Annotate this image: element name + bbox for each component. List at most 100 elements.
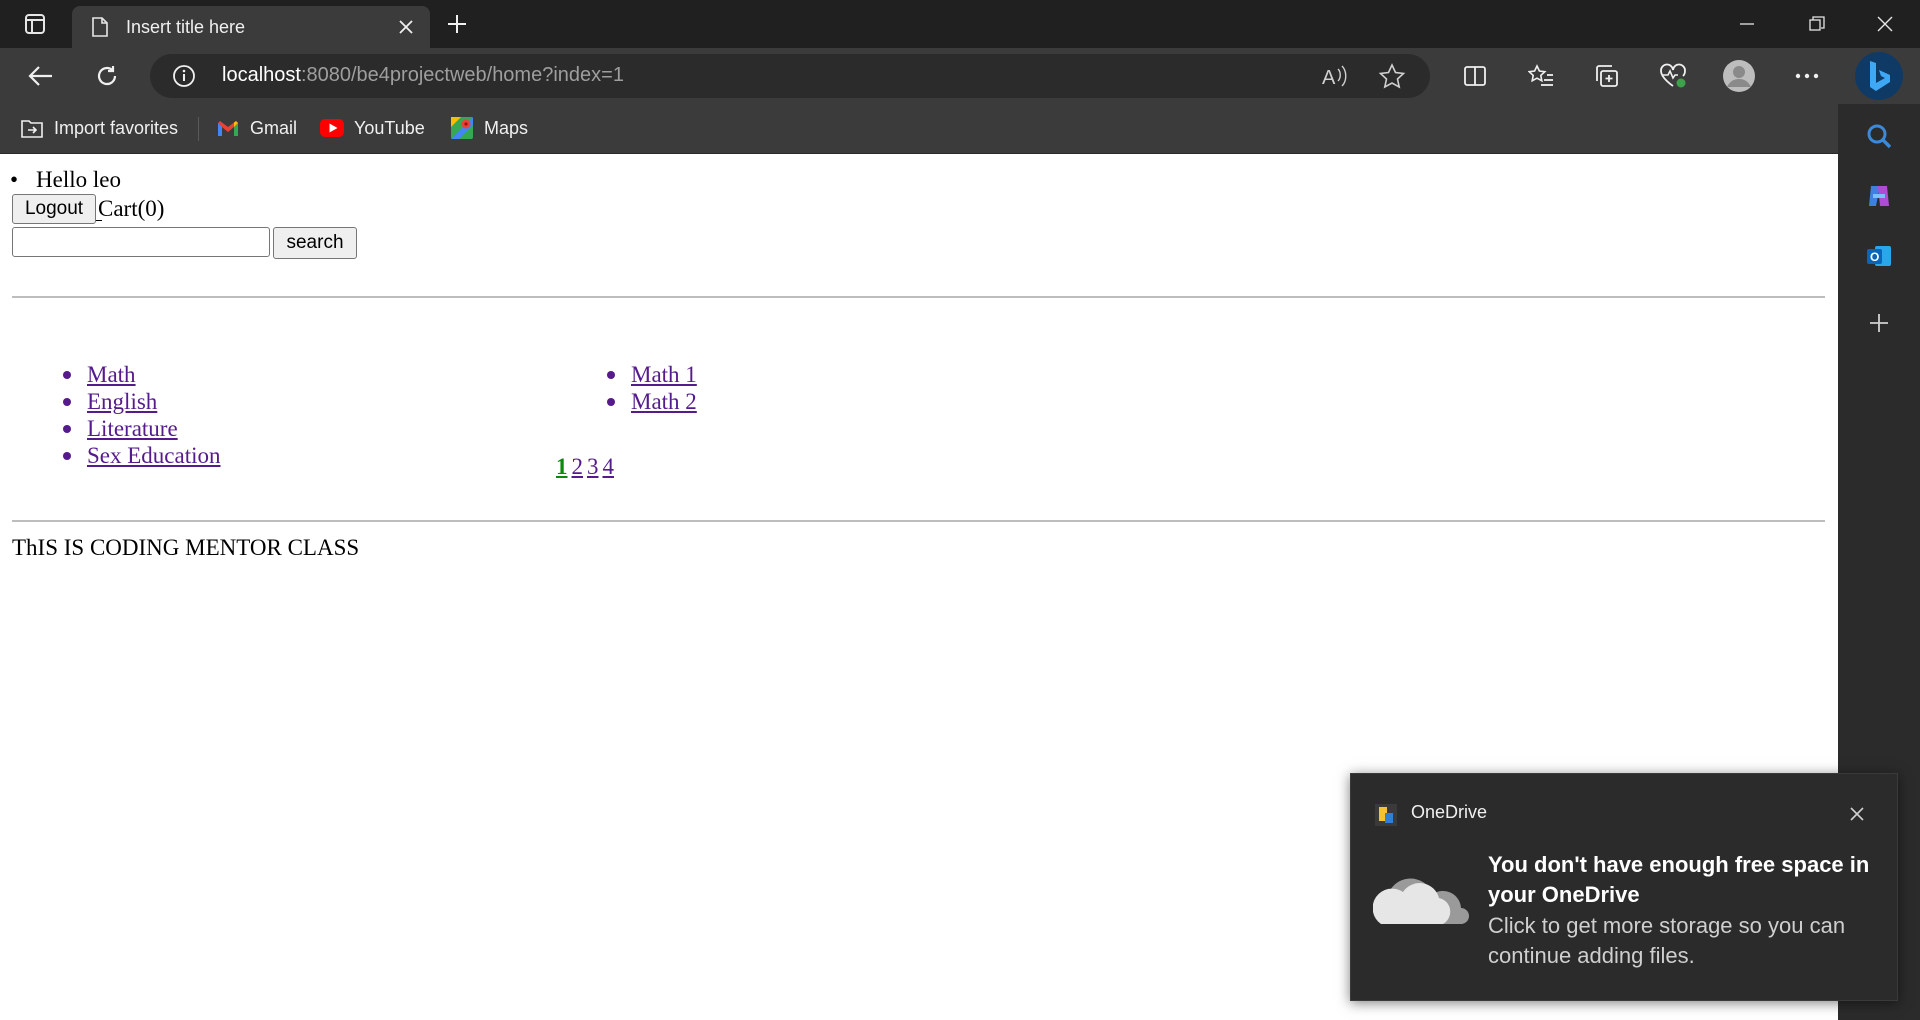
close-notification-icon[interactable] [1841,798,1873,830]
category-link-english[interactable]: English [87,389,157,414]
favorite-import-favorites[interactable]: Import favorites [20,114,178,142]
page-link-4[interactable]: 4 [603,454,615,479]
import-favorites-icon [20,116,44,140]
list-item: Math 2 [607,389,697,416]
gmail-icon [216,116,240,140]
cloud-icon [1373,878,1469,924]
outlook-icon: O [1867,246,1891,266]
page-link-1[interactable]: 1 [556,454,568,479]
search-icon [1867,124,1892,149]
list-item: Math [63,362,221,389]
logout-button[interactable]: Logout [12,194,96,224]
search-button[interactable]: search [273,227,357,259]
favorite-label: Gmail [250,117,298,138]
profile-avatar-icon [1723,60,1755,92]
tab-title: Insert title here [126,16,246,37]
page-link-2[interactable]: 2 [572,454,584,479]
favorite-label: Import favorites [54,117,179,138]
youtube-icon [320,116,344,140]
browser-essentials-heart-icon [1660,63,1686,88]
refresh-icon [97,66,117,86]
favorites-bar: Import favorites Gmail YouTube Maps [0,104,1838,154]
svg-text:A: A [1322,67,1336,89]
back-arrow-icon [28,66,52,86]
plus-icon [1870,314,1888,332]
bottom-divider [12,520,1825,522]
bing-icon [1870,61,1890,91]
bullet: • [10,167,19,192]
list-item: Sex Education [63,443,221,470]
notification-headline: You don't have enough free space in your… [1488,852,1870,907]
minimize-button[interactable] [1712,0,1782,48]
greeting: • Hello leo [10,167,121,193]
close-tab-icon[interactable] [392,13,420,41]
sidebar-outlook-button[interactable]: O [1856,233,1902,279]
url-path: :8080/be4projectweb/home?index=1 [300,64,624,86]
back-button[interactable] [20,56,62,96]
browser-tab[interactable]: Insert title here [72,6,430,48]
category-link-literature[interactable]: Literature [87,416,178,441]
product-link-math-1[interactable]: Math 1 [631,362,697,387]
sidebar-search-button[interactable] [1856,113,1902,159]
browser-toolbar: localhost:8080/be4projectweb/home?index=… [0,48,1920,104]
maps-icon [450,116,474,140]
collections-button[interactable] [1586,56,1628,96]
favorite-gmail[interactable]: Gmail [216,114,297,142]
new-tab-button[interactable] [440,10,474,38]
sidebar-add-button[interactable] [1856,300,1902,346]
tab-actions-button[interactable] [14,10,56,38]
profile-button[interactable] [1718,56,1760,96]
read-aloud-icon[interactable]: A [1320,63,1348,89]
refresh-button[interactable] [86,56,128,96]
url-text: localhost:8080/be4projectweb/home?index=… [222,64,624,87]
sidebar-copilot-button[interactable] [1856,173,1902,219]
close-icon [1877,16,1893,32]
plus-icon [448,15,466,33]
list-item: Math 1 [607,362,697,389]
restore-icon [1809,16,1825,31]
favorite-label: YouTube [354,117,425,138]
favorite-youtube[interactable]: YouTube [320,114,425,142]
split-screen-button[interactable] [1454,56,1496,96]
pagination: 1234 [556,454,618,480]
minimize-icon [1740,23,1754,25]
add-favorite-star-icon[interactable] [1378,63,1406,89]
search-input[interactable] [12,227,270,257]
favorite-maps[interactable]: Maps [450,114,528,142]
collections-icon [1596,65,1618,87]
more-dots-icon [1795,73,1819,79]
browser-title-bar: Insert title here [0,0,1920,48]
svg-text:O: O [1870,250,1879,264]
greeting-text: Hello leo [36,167,121,192]
settings-more-button[interactable] [1786,56,1828,96]
cart-link[interactable]: Cart(0) [98,196,164,222]
footer-text: ThIS IS CODING MENTOR CLASS [12,535,360,560]
product-list: Math 1 Math 2 [607,362,697,416]
site-info-icon[interactable] [172,64,196,88]
category-link-math[interactable]: Math [87,362,136,387]
product-link-math-2[interactable]: Math 2 [631,389,697,414]
favorites-list-icon [1528,64,1553,86]
copilot-icon [1869,186,1889,206]
favorites-separator [198,117,199,141]
list-item: Literature [63,416,221,443]
tab-actions-icon [25,14,45,34]
notification-app-name: OneDrive [1411,802,1488,822]
split-screen-icon [1464,66,1486,86]
list-item: English [63,389,221,416]
restore-button[interactable] [1782,0,1852,48]
onedrive-app-icon [1375,804,1397,826]
copilot-bing-button[interactable] [1855,52,1903,100]
onedrive-notification[interactable]: OneDrive You don't have enough free spac… [1350,773,1898,1001]
category-list: Math English Literature Sex Education [63,362,221,470]
close-window-button[interactable] [1850,0,1920,48]
notification-body: Click to get more storage so you can con… [1488,913,1846,968]
favorite-label: Maps [484,117,529,138]
url-host: localhost [222,64,301,86]
address-bar[interactable]: localhost:8080/be4projectweb/home?index=… [150,54,1430,98]
page-link-3[interactable]: 3 [587,454,599,479]
page-icon [90,17,110,37]
browser-essentials-button[interactable] [1652,56,1694,96]
category-link-sex-education[interactable]: Sex Education [87,443,221,468]
favorites-button[interactable] [1520,56,1562,96]
